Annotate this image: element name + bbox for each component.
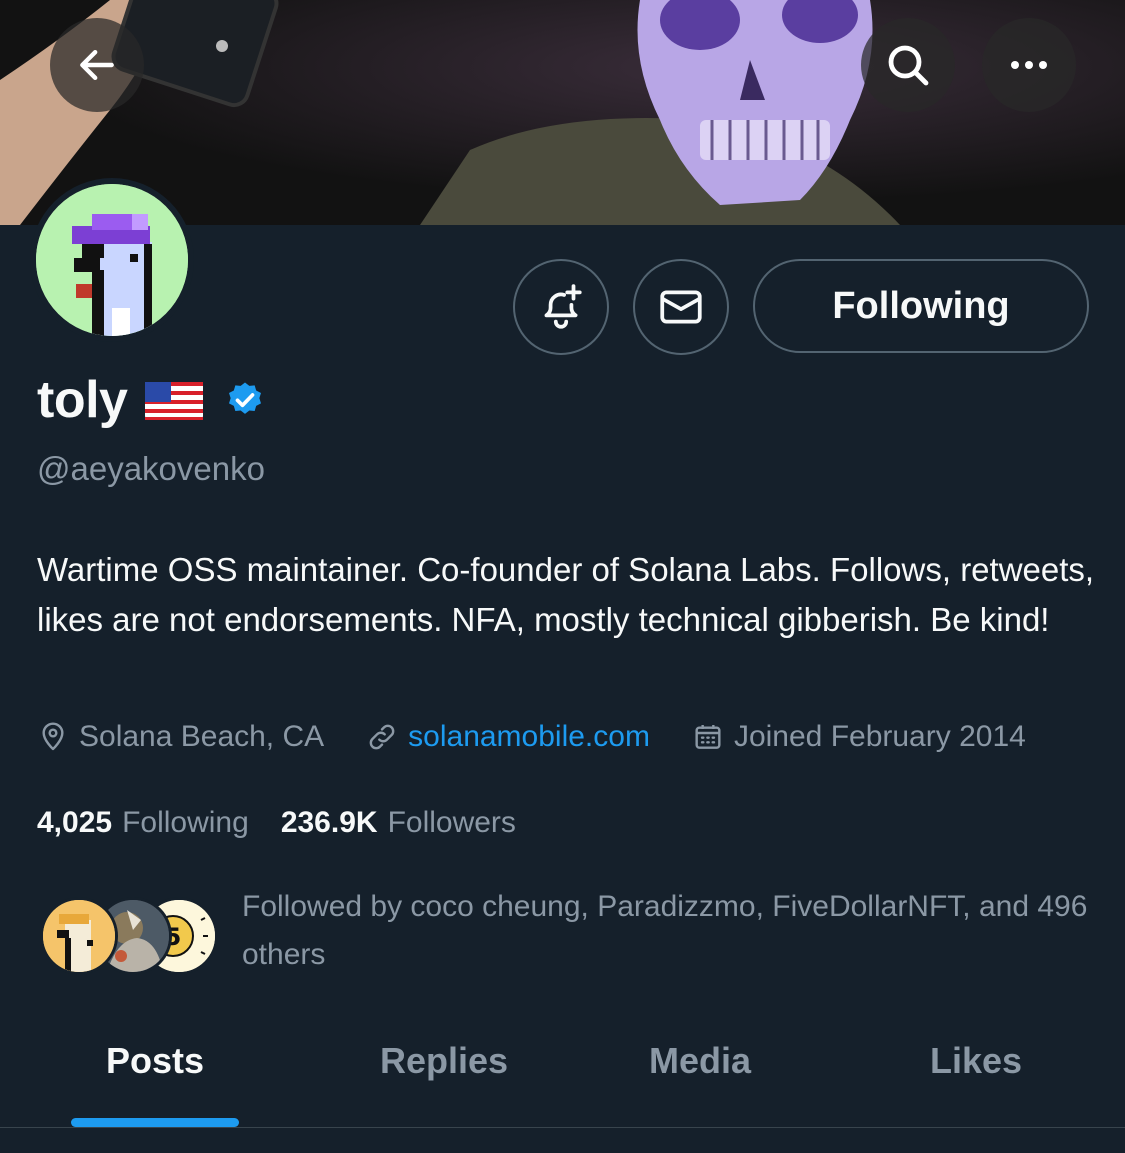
profile-meta: Solana Beach, CA solanamobile.com Joined… [37,720,1026,754]
location-item: Solana Beach, CA [37,720,324,754]
back-button[interactable] [50,18,144,112]
tab-posts[interactable]: Posts [106,1040,204,1082]
message-button[interactable] [633,259,729,355]
followers-label: Followers [387,806,516,839]
banner-image [0,0,1125,225]
location-pin-icon [42,722,64,751]
link-icon [369,724,395,750]
following-stat[interactable]: 4,025 Following [37,806,249,840]
location-text: Solana Beach, CA [79,720,325,753]
following-label: Following [122,806,249,839]
active-tab-indicator [71,1118,239,1127]
following-button[interactable]: Following [753,259,1089,353]
profile-tabs: Posts Replies Media Likes [0,1020,1125,1128]
tab-media[interactable]: Media [649,1040,751,1082]
search-button[interactable] [861,18,955,112]
name-row: toly [37,370,265,430]
tab-likes[interactable]: Likes [930,1040,1022,1082]
followed-by-text[interactable]: Followed by coco cheung, Paradizzmo, Fiv… [242,883,1102,979]
website-link[interactable]: solanamobile.com [408,720,650,754]
display-name: toly [37,371,128,429]
profile-avatar[interactable] [30,178,194,342]
verified-badge-icon[interactable] [225,380,265,420]
profile-banner[interactable] [0,0,1125,225]
profile-bio: Wartime OSS maintainer. Co-founder of So… [37,551,1095,638]
avatar-image [36,184,188,336]
us-flag-icon [145,382,204,420]
follower-avatar [40,897,118,975]
arrow-left-icon [80,49,114,81]
more-horizontal-icon [1011,61,1047,69]
calendar-icon [695,725,721,749]
joined-text: Joined February 2014 [733,720,1026,753]
notify-button[interactable] [513,259,609,355]
search-icon [888,45,929,86]
following-count: 4,025 [37,806,113,839]
tab-replies[interactable]: Replies [380,1040,508,1082]
followers-count: 236.9K [280,806,378,839]
envelope-icon [660,290,702,324]
more-button[interactable] [982,18,1076,112]
joined-item: Joined February 2014 [692,720,1026,754]
followed-by-avatars[interactable]: 5 [40,897,218,975]
follow-stats: 4,025 Following 236.9K Followers [37,806,516,840]
bell-plus-icon [544,284,582,329]
website-item[interactable]: solanamobile.com [366,720,650,754]
user-handle: @aeyakovenko [37,450,265,487]
followers-stat[interactable]: 236.9K Followers [281,806,516,840]
